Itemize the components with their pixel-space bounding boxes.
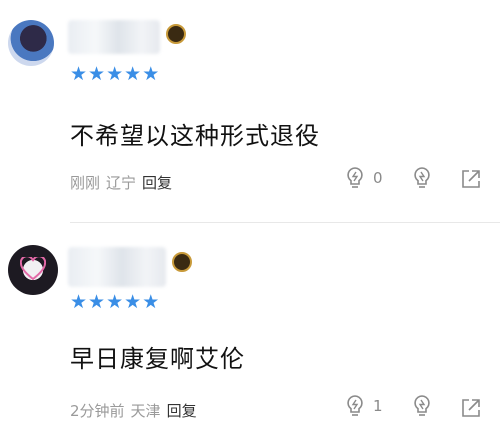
heart-icon <box>20 257 46 281</box>
like-button[interactable]: 1 <box>343 394 383 418</box>
username-blurred[interactable] <box>68 247 166 287</box>
star-icon: ★ <box>70 291 88 313</box>
dislike-button[interactable] <box>410 394 434 418</box>
comment-meta: 2分钟前 天津 回复 <box>70 400 197 421</box>
reply-button[interactable]: 回复 <box>167 400 197 421</box>
level-badge-icon <box>172 252 192 272</box>
star-icon: ★ <box>106 291 124 313</box>
share-icon <box>462 399 480 417</box>
star-rating: ★ ★ ★ ★ ★ <box>70 293 159 312</box>
star-icon: ★ <box>88 291 106 313</box>
share-button[interactable] <box>460 397 482 419</box>
comment-item: ★ ★ ★ ★ ★ 早日康复啊艾伦 2分钟前 天津 回复 1 <box>0 0 500 440</box>
lightbulb-icon <box>347 395 363 416</box>
comment-text: 早日康复啊艾伦 <box>70 345 245 373</box>
lightning-bulb-icon <box>414 395 430 416</box>
avatar[interactable] <box>8 245 58 295</box>
star-icon: ★ <box>142 291 160 313</box>
comment-time: 2分钟前 <box>70 402 125 420</box>
like-count: 1 <box>373 397 383 415</box>
star-icon: ★ <box>124 291 142 313</box>
comment-location: 天津 <box>130 402 161 420</box>
